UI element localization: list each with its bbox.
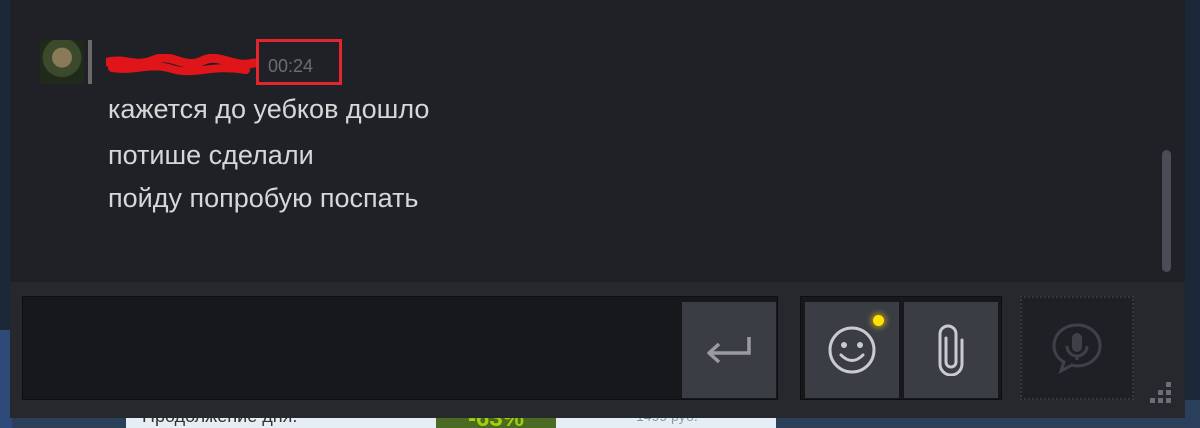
message-timestamp: 00:24 [268, 56, 314, 76]
message-input[interactable] [22, 296, 778, 400]
microphone-icon [1052, 323, 1102, 375]
resize-grip-icon[interactable] [1138, 378, 1174, 408]
chat-window: 00:24 кажется до уебков дошло потише сде… [10, 0, 1185, 418]
message-line: кажется до уебков дошло [108, 94, 430, 124]
emoji-button[interactable] [805, 302, 899, 398]
paperclip-icon [938, 324, 964, 376]
enter-arrow-icon [707, 337, 751, 364]
message-scrollbar[interactable] [1162, 150, 1171, 272]
chat-input-bar [10, 282, 1185, 418]
avatar-status-bar [88, 40, 92, 84]
smiley-icon [828, 326, 876, 374]
redaction-scribble [106, 54, 256, 76]
message-line: потише сделали [108, 140, 314, 170]
message-line: пойду попробую поспать [108, 183, 419, 213]
message-history[interactable]: 00:24 кажется до уебков дошло потише сде… [10, 0, 1185, 282]
avatar[interactable] [40, 40, 84, 84]
attach-button[interactable] [904, 302, 998, 398]
chat-tools-group [800, 296, 1002, 400]
voice-chat-button[interactable] [1020, 296, 1134, 400]
send-button[interactable] [682, 302, 776, 398]
emoji-notification-dot [873, 315, 884, 326]
